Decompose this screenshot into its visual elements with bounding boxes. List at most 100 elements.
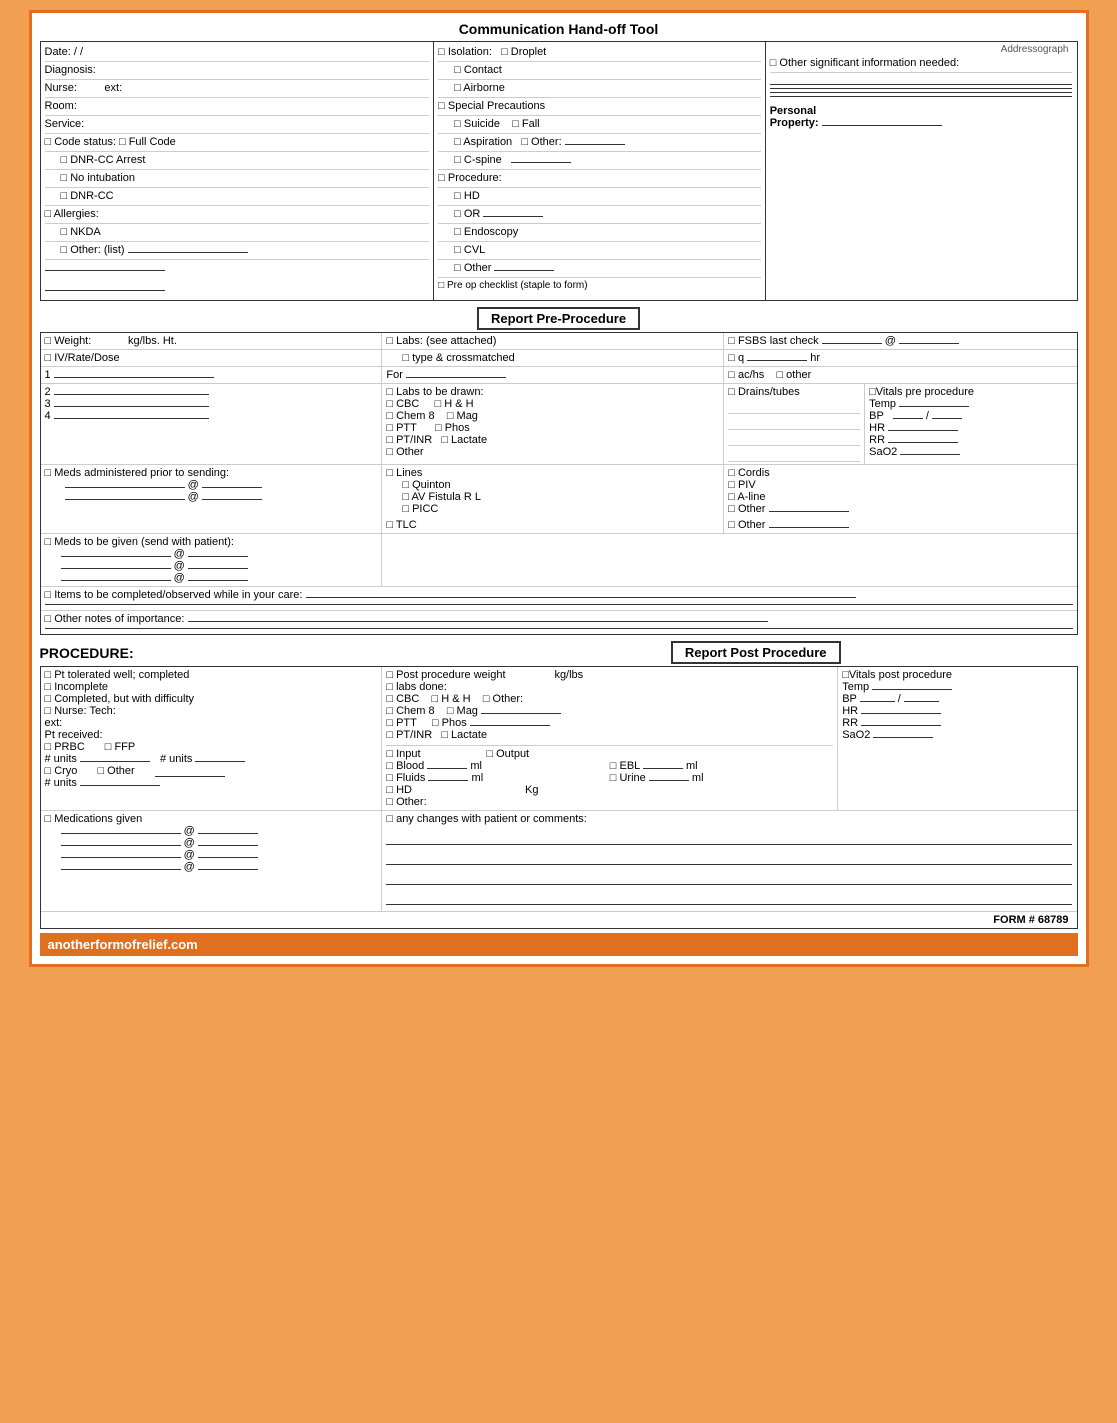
at-post3: @ [184,849,195,861]
ptt: □ PTT [386,422,416,434]
drains-tubes: □ Drains/tubes [728,386,799,398]
sao2-post: SaO2 [842,729,870,741]
line-3: 3 [45,398,51,410]
a-line: □ A-line [728,491,765,503]
allergies: □ Allergies: [45,208,99,220]
ptinr: □ PT/INR [386,434,432,446]
for-label: For [386,369,403,381]
special-precautions: □ Special Precautions [438,100,545,112]
units-cryo: # units [45,777,77,789]
ptt-post: □ PTT [386,717,416,729]
other-post: □ Other: [483,693,523,705]
sao2-label: SaO2 [869,446,897,458]
ext-label: ext: [104,82,122,94]
other-labs: □ Other [386,446,423,458]
at-symbol: @ [885,335,896,347]
rr-post: RR [842,717,858,729]
other-proc: □ Other [454,262,491,274]
post-procedure-header: Report Post Procedure [671,641,841,664]
meds-given: □ Medications given [45,813,143,825]
form-number: FORM # 68789 [993,914,1068,926]
ext-post: ext: [45,717,63,729]
line-4: 4 [45,410,51,422]
phos-post: □ Phos [432,717,467,729]
mag-post: □ Mag [447,705,478,717]
temp-post: Temp [842,681,869,693]
date-slash1: / [74,46,77,58]
footer-website: anotherformofrelief.com [48,937,198,952]
chem8: □ Chem 8 [386,410,434,422]
other-notes: □ Other notes of importance: [45,613,185,625]
piv: □ PIV [728,479,755,491]
room-label: Room: [45,100,77,112]
meds-prior: □ Meds administered prior to sending: [45,467,230,479]
nurse-label: Nurse: [45,82,77,94]
type-cross: □ type & crossmatched [402,352,514,364]
other-output: □ Other: [386,796,426,808]
at-post1: @ [184,825,195,837]
picc: □ PICC [402,503,438,515]
vitals-pre: □Vitals pre procedure [869,386,974,398]
mag: □ Mag [447,410,478,422]
urine-label: □ Urine [610,772,646,784]
other-fsbs: □ other [776,369,811,381]
at4: @ [174,560,185,572]
cbc: □ CBC [386,398,419,410]
weight-label: □ Weight: [45,335,92,347]
or: □ OR [454,208,480,220]
completed-diff: □ Completed, but with difficulty [45,693,195,705]
chem8-post: □ Chem 8 [386,705,434,717]
nurse-tech: □ Nurse: Tech: [45,705,116,717]
quinton: □ Quinton [402,479,450,491]
q-label: □ q [728,352,744,364]
pt-received: Pt received: [45,729,103,741]
labs-done: □ labs done: [386,681,446,693]
labs-label: □ Labs: (see attached) [386,335,496,347]
date-label: Date: [45,46,71,58]
c-spine: □ C-spine [454,154,502,166]
units-prbc: # units [45,753,77,765]
at5: @ [174,572,185,584]
units-ffp: # units [160,753,192,765]
cordis: □ Cordis [728,467,770,479]
contact: □ Contact [454,64,502,76]
date-slash2: / [80,46,83,58]
temp-label: Temp [869,398,896,410]
pre-op: □ Pre op checklist (staple to form) [438,280,587,291]
other-blood: □ Other [97,765,134,777]
endoscopy: □ Endoscopy [454,226,518,238]
at2: @ [188,491,199,503]
lactate: □ Lactate [441,434,487,446]
hd-kg: Kg [525,784,538,796]
at-post2: @ [184,837,195,849]
fluids-label: □ Fluids [386,772,425,784]
procedure-left-header: PROCEDURE: [40,645,134,661]
ebl-ml: ml [686,760,698,772]
other-lines: □ Other [728,503,765,515]
fsbs-label: □ FSBS last check [728,335,818,347]
fluids-ml: ml [472,772,484,784]
other-list: □ Other: (list) [61,244,125,256]
diagnosis-label: Diagnosis: [45,64,96,76]
labs-drawn: □ Labs to be drawn: [386,386,483,398]
hh: □ H & H [435,398,474,410]
bp-label: BP [869,410,883,422]
phos: □ Phos [435,422,470,434]
prbc: □ PRBC [45,741,85,753]
urine-ml: ml [692,772,704,784]
items-label: □ Items to be completed/observed while i… [45,589,303,601]
line-1: 1 [45,369,51,381]
dnr-cc-arrest: □ DNR-CC Arrest [61,154,146,166]
procedure-label: □ Procedure: [438,172,502,184]
property-label: Property: [770,117,819,129]
no-intubation: □ No intubation [61,172,136,184]
hd-label: □ HD [386,784,412,796]
av-fistula: □ AV Fistula R L [402,491,481,503]
service-label: Service: [45,118,85,130]
line-2: 2 [45,386,51,398]
blood-ml: ml [470,760,482,772]
achs: □ ac/hs [728,369,764,381]
ptinr-post: □ PT/INR [386,729,432,741]
suicide: □ Suicide [454,118,500,130]
at-post4: @ [184,861,195,873]
